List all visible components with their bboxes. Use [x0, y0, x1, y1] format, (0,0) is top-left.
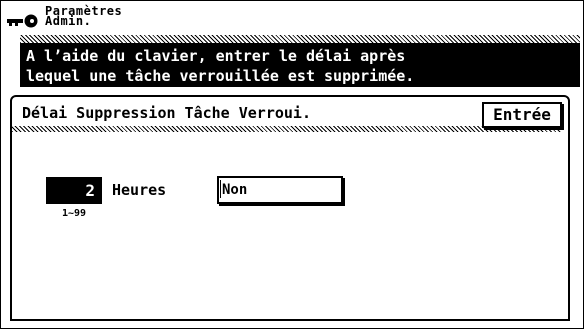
panel-title: Délai Suppression Tâche Verroui.	[22, 104, 311, 122]
instruction-banner: A l’aide du clavier, entrer le délai apr…	[20, 43, 580, 87]
page-title: Paramètres Admin.	[45, 5, 122, 27]
instruction-line-2: lequel une tâche verrouillée est supprim…	[26, 67, 415, 85]
header: Paramètres Admin.	[5, 5, 405, 33]
hatch-strip-top	[20, 35, 580, 43]
enter-button[interactable]: Entrée	[482, 102, 564, 130]
settings-panel: Délai Suppression Tâche Verroui. Entrée …	[10, 95, 570, 321]
hatch-strip-panel	[12, 126, 562, 132]
delay-value-field[interactable]: 2	[46, 177, 102, 204]
instruction-line-1: A l’aide du clavier, entrer le délai apr…	[26, 47, 406, 65]
key-icon	[7, 14, 38, 28]
non-button[interactable]: Non	[217, 176, 343, 204]
unit-label: Heures	[112, 181, 167, 199]
range-label: 1~99	[62, 208, 87, 219]
